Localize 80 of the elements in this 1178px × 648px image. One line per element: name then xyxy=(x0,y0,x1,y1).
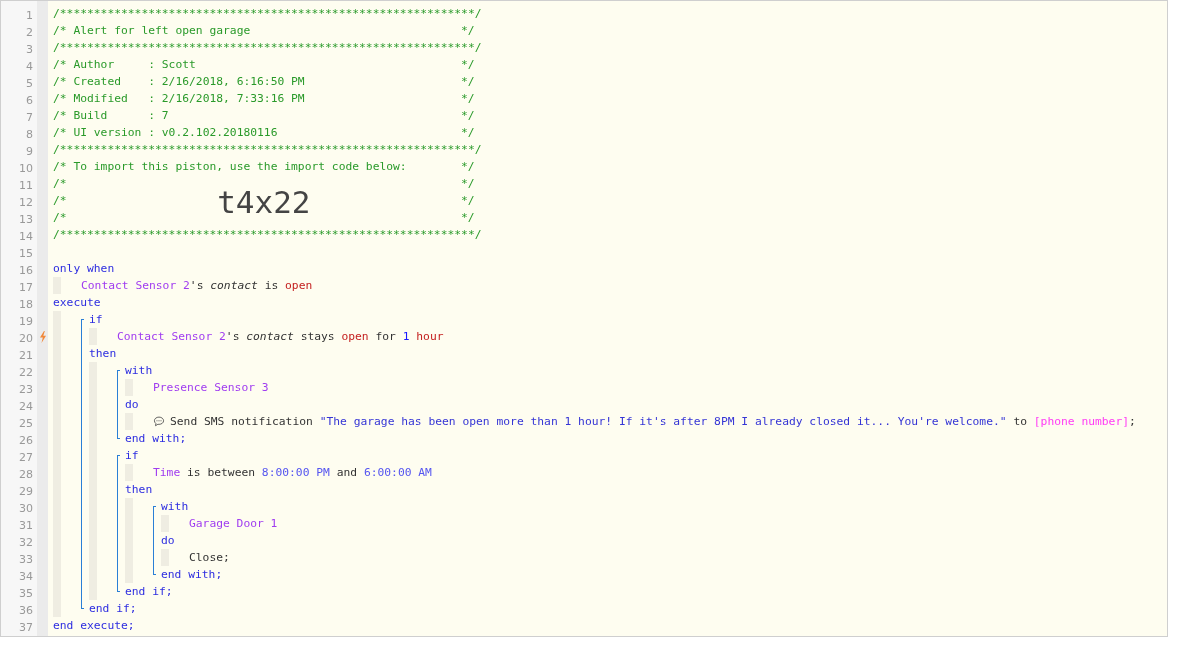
line-number: 33 xyxy=(19,553,33,566)
code-line: end with; xyxy=(125,431,187,447)
line-number: 17 xyxy=(19,281,33,294)
code-line: end with; xyxy=(161,567,223,583)
line-number: 11 xyxy=(19,179,33,192)
code-line: only when xyxy=(53,261,115,277)
line-number: 24 xyxy=(19,400,33,413)
action-text: Send SMS notification xyxy=(170,414,314,430)
line-number: 30 xyxy=(19,502,33,515)
line-number: 3 xyxy=(26,43,33,56)
line-number: 36 xyxy=(19,604,33,617)
code-line: /*************************************************************/ xyxy=(53,227,482,243)
code-line: end if; xyxy=(89,601,137,617)
code-line: end execute; xyxy=(53,618,135,634)
code-line: with xyxy=(161,499,189,515)
line-number: 10 xyxy=(19,162,33,175)
code-text: to xyxy=(1012,414,1028,430)
line-number: 20 xyxy=(19,332,33,345)
code-line: /* To import this piston, use the import code below: */ xyxy=(53,159,475,175)
line-number: 28 xyxy=(19,468,33,481)
code-line: /* Created : 2/16/2018, 6:16:50 PM */ xyxy=(53,74,475,90)
line-number: 27 xyxy=(19,451,33,464)
line-number: 1 xyxy=(26,9,33,22)
line-number: 18 xyxy=(19,298,33,311)
code-text: [phone number] xyxy=(1033,414,1129,430)
line-number: 25 xyxy=(19,417,33,430)
code-line: /* Modified : 2/16/2018, 7:33:16 PM */ xyxy=(53,91,475,107)
code-line: /* UI version : v0.2.102.20180116 */ xyxy=(53,125,475,141)
code-line: then xyxy=(89,346,117,362)
code-line: execute xyxy=(53,295,101,311)
code-line: do xyxy=(161,533,175,549)
line-number: 29 xyxy=(19,485,33,498)
line-number: 21 xyxy=(19,349,33,362)
line-number: 2 xyxy=(26,26,33,39)
code-line: Time is between 8:00:00 PM and 6:00:00 AM xyxy=(153,465,432,481)
code-line: then xyxy=(125,482,153,498)
code-line: Presence Sensor 3 xyxy=(153,380,269,396)
line-number: 9 xyxy=(26,145,33,158)
code-line: Garage Door 1 xyxy=(189,516,278,532)
code-line: /* Alert for left open garage */ xyxy=(53,23,475,39)
line-number: 15 xyxy=(19,247,33,260)
code-line: Contact Sensor 2's contact stays open for 1 hour xyxy=(117,329,444,345)
line-number: 34 xyxy=(19,570,33,583)
code-line: /*************************************************************/ xyxy=(53,6,482,22)
code-line: do xyxy=(125,397,139,413)
code-line: if xyxy=(125,448,139,464)
line-number: 13 xyxy=(19,213,33,226)
line-number: 31 xyxy=(19,519,33,532)
line-number: 4 xyxy=(26,60,33,73)
code-line: Contact Sensor 2's contact is open xyxy=(81,278,313,294)
code-line: if xyxy=(89,312,103,328)
line-number: 7 xyxy=(26,111,33,124)
line-number: 23 xyxy=(19,383,33,396)
line-number: 22 xyxy=(19,366,33,379)
line-number: 37 xyxy=(19,621,33,634)
code-text: /* xyxy=(53,193,67,209)
code-text: "The garage has been open more than 1 hour! If it's after 8PM I already closed it... You're welcome." xyxy=(319,414,1007,430)
line-number: 6 xyxy=(26,94,33,107)
code-text: */ xyxy=(461,193,475,209)
code-line: /* Build : 7 */ xyxy=(53,108,475,124)
line-number: 16 xyxy=(19,264,33,277)
code-line: /* */ xyxy=(53,176,475,191)
line-number: 35 xyxy=(19,587,33,600)
line-number: 12 xyxy=(19,196,33,209)
code-line: /*************************************************************/ xyxy=(53,142,482,158)
line-number: 5 xyxy=(26,77,33,90)
code-line: Close; xyxy=(189,550,230,566)
bracket-line xyxy=(117,370,120,439)
line-number: 8 xyxy=(26,128,33,141)
line-number: 19 xyxy=(19,315,33,328)
code-line: /*************************************************************/ xyxy=(53,40,482,56)
code-text: ; xyxy=(1129,414,1136,430)
line-number: 14 xyxy=(19,230,33,243)
line-number: 26 xyxy=(19,434,33,447)
code-line: with xyxy=(125,363,153,379)
bracket-line xyxy=(153,506,156,575)
speech-bubble-icon xyxy=(153,416,165,427)
line-number: 32 xyxy=(19,536,33,549)
code-line: /* Author : Scott */ xyxy=(53,57,475,73)
code-line: end if; xyxy=(125,584,173,600)
